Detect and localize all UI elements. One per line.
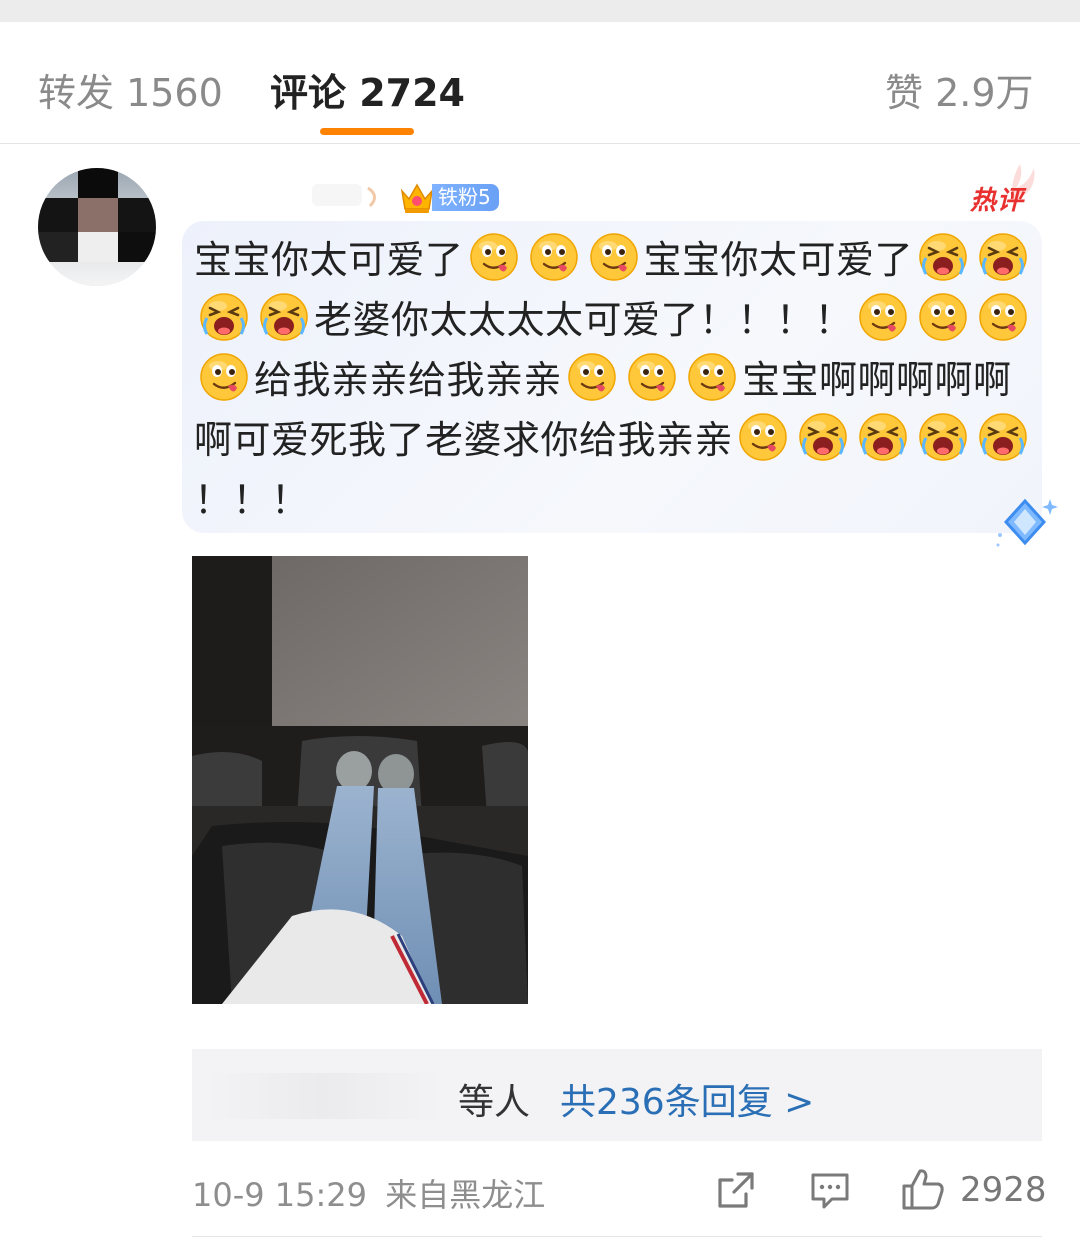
crying-emoji-icon: [200, 293, 248, 341]
crying-emoji-icon: [260, 293, 308, 341]
tongue-emoji-icon: [589, 233, 638, 281]
crying-emoji-icon: [799, 413, 847, 461]
tab-likes[interactable]: 赞 2.9万: [885, 62, 1034, 117]
share-icon[interactable]: [716, 1170, 756, 1210]
comment-icon[interactable]: [810, 1170, 850, 1210]
crying-emoji-icon: [859, 413, 907, 461]
divider: [192, 1236, 1042, 1237]
tongue-emoji-icon: [628, 353, 676, 401]
tongue-emoji-icon: [919, 293, 967, 341]
comment-location: 来自黑龙江: [385, 1176, 546, 1214]
tongue-emoji-icon: [568, 353, 616, 401]
post-tabs: 转发 1560 评论 2724 赞 2.9万: [0, 22, 1080, 144]
crying-emoji-icon: [919, 413, 967, 461]
comment-text-segment: 给我亲亲给我亲亲: [254, 358, 563, 402]
tongue-emoji-icon: [469, 233, 518, 281]
crying-emoji-icon: [919, 233, 967, 281]
reply-summary[interactable]: 等人 共236条回复 >: [192, 1049, 1042, 1141]
crying-emoji-icon: [979, 413, 1027, 461]
tab-comments[interactable]: 评论 2724: [270, 62, 465, 117]
comment-text-segment: 宝宝你太可爱了: [643, 238, 914, 282]
hot-comment-label: 热评: [970, 186, 1025, 216]
tongue-emoji-icon: [859, 293, 907, 341]
tongue-emoji-icon: [529, 233, 578, 281]
comment-text: 宝宝你太可爱了 宝宝你太可爱了老婆你太太太太可爱了！！！！给我亲亲给我亲亲 宝宝啊啊…: [194, 230, 1036, 530]
fan-badge-label: 铁粉5: [432, 184, 499, 211]
thumbs-up-icon[interactable]: [900, 1166, 946, 1212]
view-replies-link[interactable]: 共236条回复 >: [560, 1073, 814, 1125]
tongue-emoji-icon: [200, 353, 248, 401]
username-blurred[interactable]: [312, 176, 382, 216]
tongue-emoji-icon: [688, 353, 736, 401]
diamond-sparkle-icon: [996, 498, 1058, 547]
comment-meta: 10-9 15:29 来自黑龙江: [192, 1170, 545, 1216]
comment-time: 10-9 15:29: [192, 1176, 368, 1214]
tongue-emoji-icon: [739, 413, 787, 461]
status-strip: [0, 0, 1080, 22]
comment-photo[interactable]: [192, 556, 528, 1004]
comment-text-segment: 宝宝你太可爱了: [194, 238, 464, 282]
tab-repost[interactable]: 转发 1560: [38, 62, 223, 117]
comment-text-segment: 老婆你太太太太可爱了！！！！: [314, 298, 854, 342]
crying-emoji-icon: [979, 233, 1027, 281]
comment-text-segment: ！！！: [194, 478, 310, 522]
tongue-emoji-icon: [979, 293, 1027, 341]
crown-icon: [400, 183, 434, 213]
like-count: 2928: [960, 1170, 1047, 1210]
avatar[interactable]: [38, 168, 156, 286]
reply-users-suffix: 等人: [458, 1082, 531, 1123]
reply-users-blurred: [204, 1073, 442, 1119]
active-tab-indicator: [320, 128, 414, 135]
